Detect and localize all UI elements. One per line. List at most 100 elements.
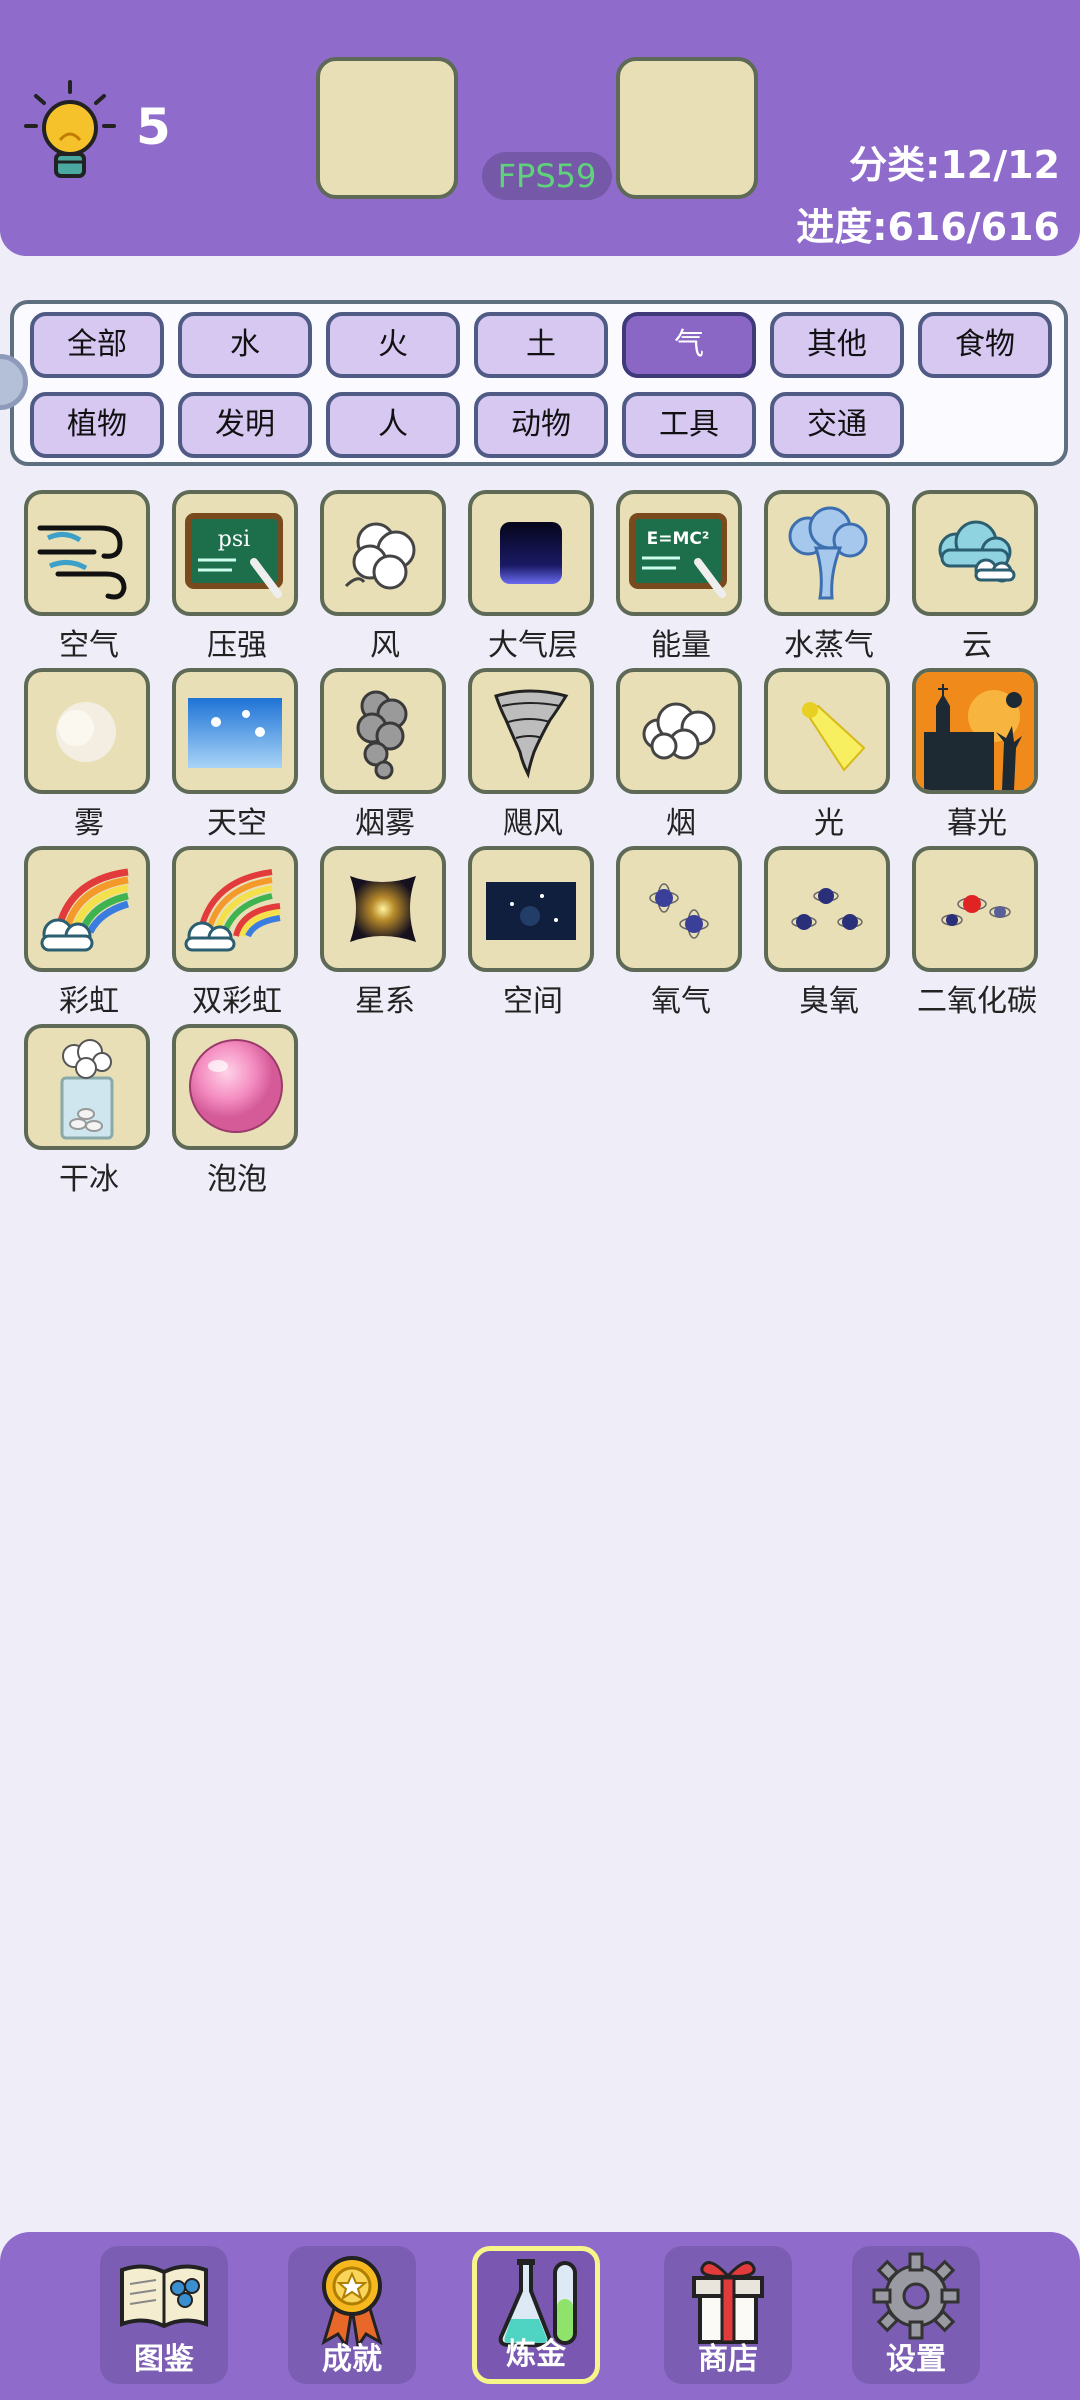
chalkboard-pressure-icon: psi — [172, 490, 298, 616]
nav-label: 图鉴 — [134, 2342, 194, 2377]
cloud-icon — [912, 490, 1038, 616]
smoke-icon — [616, 668, 742, 794]
element-item[interactable]: 天空 — [172, 668, 302, 842]
element-label: 臭氧 — [799, 984, 859, 1019]
element-item[interactable]: 彩虹 — [24, 846, 154, 1020]
element-item[interactable]: 空气 — [24, 490, 154, 664]
bottom-nav: 图鉴 成就 炼金 商店 设置 — [0, 2232, 1080, 2400]
element-item[interactable]: 臭氧 — [764, 846, 894, 1020]
element-label: 双彩虹 — [192, 984, 282, 1019]
element-label: 天空 — [207, 806, 267, 841]
element-label: 星系 — [355, 984, 415, 1019]
lightbulb-hint-icon[interactable] — [22, 78, 118, 182]
double-rainbow-icon — [172, 846, 298, 972]
element-label: 空气 — [59, 628, 119, 663]
element-item[interactable]: 泡泡 — [172, 1024, 302, 1198]
filter-plants[interactable]: 植物 — [30, 392, 164, 458]
element-label: 光 — [814, 806, 844, 841]
element-item[interactable]: E=MC² 能量 — [616, 490, 746, 664]
element-label: 烟雾 — [355, 806, 415, 841]
fps-badge: FPS59 — [482, 152, 612, 200]
chalkboard-energy-icon: E=MC² — [616, 490, 742, 616]
rainbow-icon — [24, 846, 150, 972]
nav-settings[interactable]: 设置 — [852, 2246, 980, 2384]
nav-encyclopedia[interactable]: 图鉴 — [100, 2246, 228, 2384]
sky-icon — [172, 668, 298, 794]
svg-text:E=MC²: E=MC² — [647, 529, 710, 549]
element-label: 氧气 — [651, 984, 711, 1019]
nav-alchemy[interactable]: 炼金 — [472, 2246, 600, 2384]
element-label: 暮光 — [947, 806, 1007, 841]
nav-shop[interactable]: 商店 — [664, 2246, 792, 2384]
category-stat: 分类:12/12 — [849, 143, 1060, 187]
fog-icon — [24, 668, 150, 794]
element-label: 能量 — [651, 628, 711, 663]
element-label: 大气层 — [488, 628, 578, 663]
filter-water[interactable]: 水 — [178, 312, 312, 378]
element-label: 飓风 — [503, 806, 563, 841]
combine-slot-left[interactable] — [316, 57, 458, 199]
element-item[interactable]: 云 — [912, 490, 1042, 664]
air-icon — [24, 490, 150, 616]
element-item[interactable]: 烟 — [616, 668, 746, 842]
element-item[interactable]: 飓风 — [468, 668, 598, 842]
filter-inventions[interactable]: 发明 — [178, 392, 312, 458]
element-label: 水蒸气 — [784, 628, 874, 663]
element-item[interactable]: 暮光 — [912, 668, 1042, 842]
element-label: 压强 — [207, 628, 267, 663]
element-label: 雾 — [74, 806, 104, 841]
element-item[interactable]: 雾 — [24, 668, 154, 842]
element-item[interactable]: 烟雾 — [320, 668, 450, 842]
filter-all[interactable]: 全部 — [30, 312, 164, 378]
filter-other[interactable]: 其他 — [770, 312, 904, 378]
filter-tools[interactable]: 工具 — [622, 392, 756, 458]
hint-count: 5 — [136, 98, 171, 156]
galaxy-icon — [320, 846, 446, 972]
element-item[interactable]: psi 压强 — [172, 490, 302, 664]
element-label: 烟 — [666, 806, 696, 841]
element-item[interactable]: 大气层 — [468, 490, 598, 664]
nav-achievements[interactable]: 成就 — [288, 2246, 416, 2384]
element-label: 彩虹 — [59, 984, 119, 1019]
element-item[interactable]: 星系 — [320, 846, 450, 1020]
header-bar: 5 FPS59 分类:12/12 进度:616/616 — [0, 0, 1080, 256]
filter-air[interactable]: 气 — [622, 312, 756, 378]
carbon-dioxide-icon — [912, 846, 1038, 972]
element-item[interactable]: 风 — [320, 490, 450, 664]
twilight-icon — [912, 668, 1038, 794]
nav-label: 炼金 — [506, 2337, 566, 2372]
svg-text:psi: psi — [218, 527, 250, 552]
steam-icon — [764, 490, 890, 616]
light-icon — [764, 668, 890, 794]
tornado-icon — [468, 668, 594, 794]
element-item[interactable]: 空间 — [468, 846, 598, 1020]
filter-fire[interactable]: 火 — [326, 312, 460, 378]
gift-icon — [692, 2261, 764, 2344]
filter-food[interactable]: 食物 — [918, 312, 1052, 378]
element-label: 二氧化碳 — [917, 984, 1037, 1019]
filter-animals[interactable]: 动物 — [474, 392, 608, 458]
wind-icon — [320, 490, 446, 616]
filter-transport[interactable]: 交通 — [770, 392, 904, 458]
element-label: 风 — [370, 628, 400, 663]
element-item[interactable]: 水蒸气 — [764, 490, 894, 664]
element-item[interactable]: 氧气 — [616, 846, 746, 1020]
nav-label: 成就 — [322, 2342, 382, 2377]
ozone-icon — [764, 846, 890, 972]
filter-people[interactable]: 人 — [326, 392, 460, 458]
progress-stat: 进度:616/616 — [796, 205, 1060, 249]
element-item[interactable]: 干冰 — [24, 1024, 154, 1198]
category-filter-panel: 全部 水 火 土 气 其他 食物 植物 发明 人 动物 工具 交通 — [10, 300, 1068, 466]
smog-icon — [320, 668, 446, 794]
filter-earth[interactable]: 土 — [474, 312, 608, 378]
element-label: 空间 — [503, 984, 563, 1019]
element-item[interactable]: 光 — [764, 668, 894, 842]
nav-label: 设置 — [886, 2342, 946, 2377]
element-item[interactable]: 双彩虹 — [172, 846, 302, 1020]
nav-label: 商店 — [698, 2342, 758, 2377]
bubble-icon — [172, 1024, 298, 1150]
medal-icon — [321, 2256, 383, 2346]
combine-slot-right[interactable] — [616, 57, 758, 199]
space-icon — [468, 846, 594, 972]
element-item[interactable]: 二氧化碳 — [912, 846, 1042, 1020]
